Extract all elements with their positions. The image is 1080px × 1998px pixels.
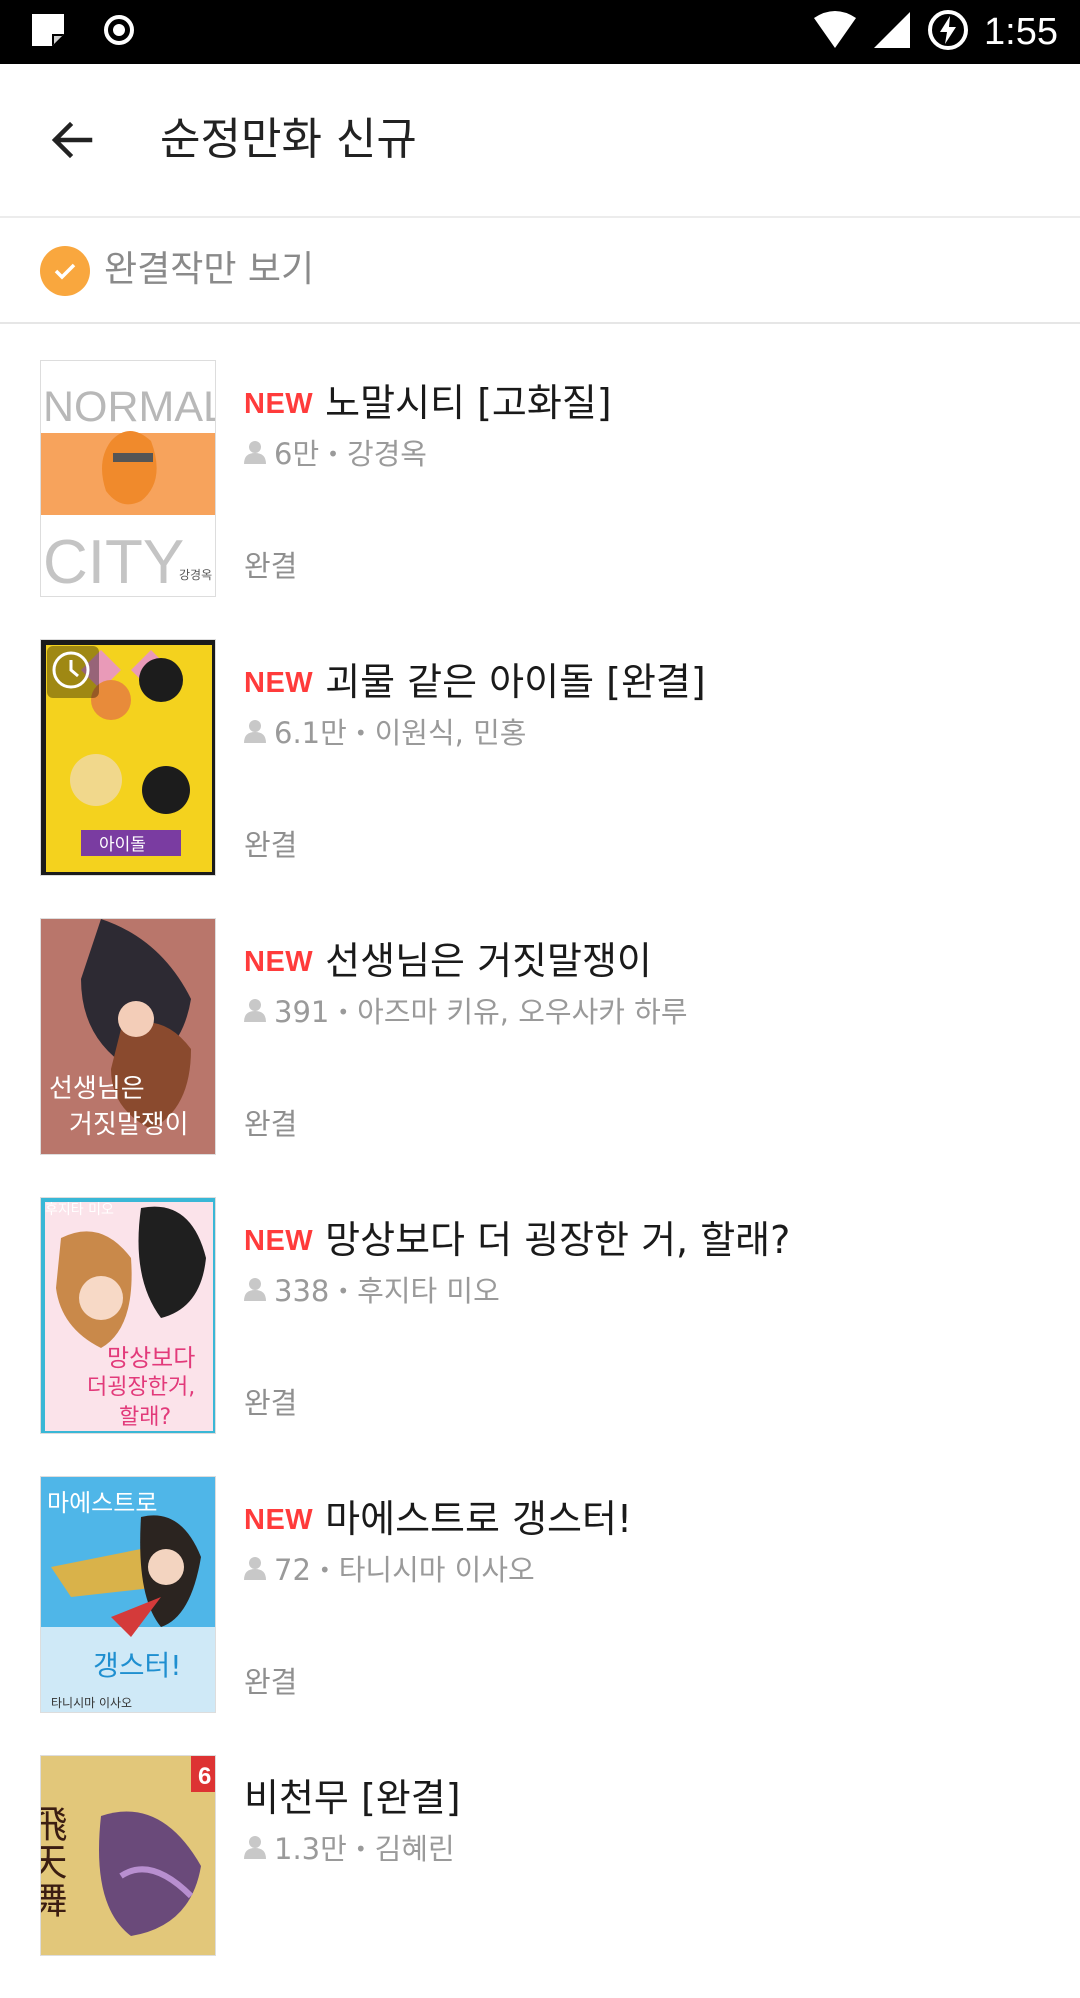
completed-only-filter[interactable]: 완결작만 보기 (0, 218, 1080, 324)
author: 후지타 미오 (357, 1274, 500, 1308)
author: 김혜린 (374, 1832, 455, 1866)
cover-thumbnail: NORMAL CITY 강경옥 (40, 360, 216, 597)
cover-thumbnail: 아이돌 (40, 639, 216, 876)
list-item[interactable]: 아이돌 NEW 괴물 같은 아이돌 [완결] 6.1만 • 이원식, 민홍 완결 (0, 603, 1080, 882)
new-badge: NEW (244, 388, 314, 420)
item-title: NEW 선생님은 거짓말쟁이 (244, 936, 652, 990)
view-count: 1.3만 (274, 1832, 347, 1866)
cover-text: 할래? (119, 1405, 171, 1430)
item-title: NEW 망상보다 더 굉장한 거, 할래? (244, 1215, 790, 1269)
cover-text: 더굉장한거, (87, 1375, 195, 1400)
wifi-icon (812, 10, 858, 54)
view-count: 391 (274, 995, 330, 1029)
cover-text: 거짓말쟁이 (69, 1110, 189, 1140)
list-item[interactable]: 마에스트로 갱스터! 타니시마 이사오 NEW 마에스트로 갱스터! 72 • 타니시… (0, 1440, 1080, 1719)
view-count: 72 (274, 1553, 311, 1587)
new-badge: NEW (244, 1225, 314, 1257)
cell-signal-icon (872, 10, 912, 54)
cover-text: CITY (43, 528, 184, 597)
battery-charging-icon (926, 8, 970, 56)
item-title-text: 선생님은 거짓말쟁이 (325, 939, 652, 983)
status-label: 완결 (244, 1107, 298, 1141)
list-item[interactable]: NORMAL CITY 강경옥 NEW 노말시티 [고화질] 6만 • 강경옥 완결 (0, 324, 1080, 603)
item-meta: 6만 • 강경옥 (244, 434, 427, 474)
status-label: 완결 (244, 1665, 298, 1699)
cover-text: 후지타 미오 (45, 1202, 114, 1218)
item-title-text: 노말시티 [고화질] (325, 381, 612, 425)
cover-text: 마에스트로 (47, 1489, 157, 1517)
item-meta: 391 • 아즈마 키유, 오우사카 하루 (244, 992, 688, 1032)
author: 강경옥 (346, 437, 427, 471)
item-title-text: 마에스트로 갱스터! (325, 1497, 633, 1541)
cover-text: 아이돌 (99, 835, 146, 855)
item-title-text: 비천무 [완결] (244, 1776, 461, 1820)
author: 타니시마 이사오 (338, 1553, 535, 1587)
cover-text: 飛天舞 (41, 1804, 67, 1918)
cover-text: 타니시마 이사오 (51, 1696, 132, 1710)
status-bar: 1:55 (0, 0, 1080, 64)
new-badge: NEW (244, 667, 314, 699)
cover-text: 갱스터! (93, 1649, 182, 1682)
page-title: 순정만화 신규 (160, 114, 417, 165)
app-bar: 순정만화 신규 (0, 64, 1080, 218)
item-meta: 1.3만 • 김혜린 (244, 1829, 455, 1869)
item-title-text: 망상보다 더 굉장한 거, 할래? (325, 1218, 791, 1262)
back-button[interactable] (40, 108, 104, 172)
person-icon (244, 992, 266, 1032)
cover-thumbnail: 후지타 미오 망상보다 더굉장한거, 할래? (40, 1197, 216, 1434)
person-icon (244, 1271, 266, 1311)
status-time: 1:55 (984, 10, 1058, 53)
new-badge: NEW (244, 1504, 314, 1536)
status-label: 완결 (244, 828, 298, 862)
person-icon (244, 1829, 266, 1869)
item-title: 비천무 [완결] (244, 1773, 461, 1823)
filter-label: 완결작만 보기 (104, 249, 315, 290)
item-title-text: 괴물 같은 아이돌 [완결] (325, 660, 706, 704)
cover-thumbnail: 선생님은 거짓말쟁이 (40, 918, 216, 1155)
cover-text: 선생님은 (49, 1074, 145, 1104)
view-count: 338 (274, 1274, 330, 1308)
new-badge: NEW (244, 946, 314, 978)
item-meta: 72 • 타니시마 이사오 (244, 1550, 535, 1590)
item-title: NEW 마에스트로 갱스터! (244, 1494, 632, 1548)
cover-thumbnail: 마에스트로 갱스터! 타니시마 이사오 (40, 1476, 216, 1713)
cover-text: 강경옥 (179, 568, 212, 582)
checkbox-checked-icon[interactable] (40, 246, 90, 296)
list-item[interactable]: 후지타 미오 망상보다 더굉장한거, 할래? NEW 망상보다 더 굉장한 거, … (0, 1161, 1080, 1440)
author: 이원식, 민홍 (374, 716, 527, 750)
item-meta: 6.1만 • 이원식, 민홍 (244, 713, 526, 753)
view-count: 6만 (274, 437, 320, 471)
status-label: 완결 (244, 549, 298, 583)
list-item[interactable]: 6 飛天舞 비천무 [완결] 1.3만 • 김혜린 (0, 1719, 1080, 1998)
author: 아즈마 키유, 오우사카 하루 (357, 995, 688, 1029)
cover-thumbnail: 6 飛天舞 (40, 1755, 216, 1956)
item-meta: 338 • 후지타 미오 (244, 1271, 500, 1311)
person-icon (244, 1550, 266, 1590)
list-item[interactable]: 선생님은 거짓말쟁이 NEW 선생님은 거짓말쟁이 391 • 아즈마 키유, 오우사… (0, 882, 1080, 1161)
person-icon (244, 434, 266, 474)
person-icon (244, 713, 266, 753)
cover-text: 망상보다 (107, 1344, 195, 1372)
item-title: NEW 노말시티 [고화질] (244, 378, 612, 432)
cover-text: NORMAL (43, 383, 216, 431)
cover-text: 6 (198, 1763, 211, 1790)
notification-note-icon (28, 10, 68, 54)
status-label: 완결 (244, 1386, 298, 1420)
view-count: 6.1만 (274, 716, 347, 750)
record-icon (102, 13, 136, 51)
arrow-left-icon (51, 121, 93, 159)
item-title: NEW 괴물 같은 아이돌 [완결] (244, 657, 706, 711)
